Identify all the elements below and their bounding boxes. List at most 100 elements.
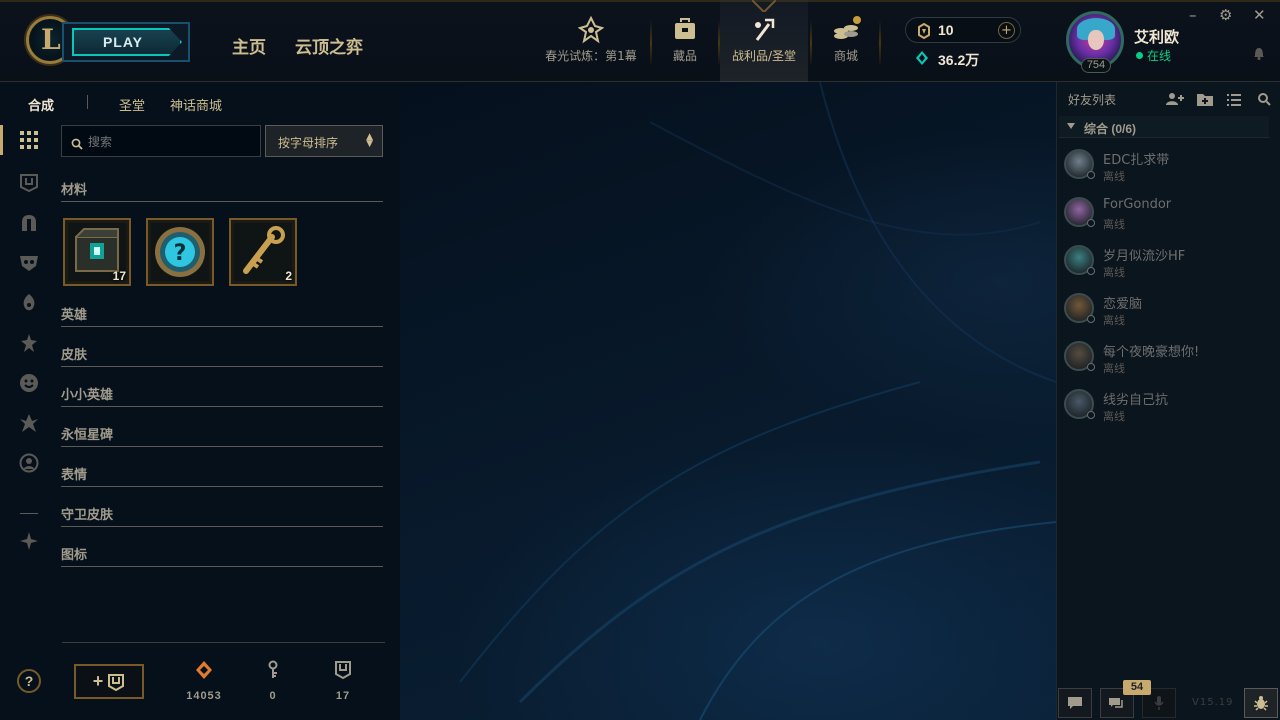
nav-collection-label: 藏品 — [672, 49, 697, 63]
chest-icon — [108, 673, 125, 691]
add-folder-icon[interactable] — [1197, 91, 1213, 110]
bottom-divider — [62, 642, 385, 643]
friend-row[interactable]: 每个夜晚豪想你! 离线 — [1057, 336, 1280, 382]
filter-chest-icon[interactable] — [16, 170, 42, 196]
friend-name: ForGondor — [1103, 197, 1172, 212]
blue-essence-value: 36.2万 — [938, 52, 980, 68]
filter-ward-skin-icon[interactable] — [16, 410, 42, 436]
list-view-icon[interactable] — [1227, 91, 1241, 110]
chest-icon — [335, 661, 351, 680]
friend-status: 离线 — [1103, 410, 1125, 423]
filter-emote-icon[interactable] — [16, 370, 42, 396]
nav-store[interactable]: 商城 — [826, 14, 866, 82]
friend-search-icon[interactable] — [1258, 91, 1271, 110]
orange-essence-stat: 14053 — [184, 660, 224, 702]
nav-divider — [879, 20, 881, 66]
nav-home[interactable]: 主页 — [232, 33, 266, 58]
search-input[interactable] — [88, 132, 248, 152]
filter-champion-icon[interactable] — [16, 210, 42, 236]
friend-status: 离线 — [1103, 218, 1125, 231]
chat-button[interactable] — [1058, 688, 1092, 718]
category-materials[interactable]: 材料 — [61, 179, 383, 202]
play-button[interactable]: PLAY — [72, 28, 182, 56]
chest-count-value: 17 — [335, 690, 351, 702]
friends-panel: 好友列表 综合 (0/6) EDC扎求带 离线 ForGondor 离线 岁月似流沙HF… — [1056, 82, 1280, 720]
category-ward-skins[interactable]: 守卫皮肤 — [61, 504, 383, 527]
blue-essence-icon — [914, 50, 930, 70]
social-bottom-bar — [1056, 686, 1280, 720]
microphone-icon — [1154, 696, 1164, 710]
loot-item-mystery[interactable]: ? — [146, 218, 214, 286]
friend-row[interactable]: ForGondor 离线 — [1057, 192, 1280, 238]
settings-gear-icon[interactable]: ⚙ — [1219, 6, 1232, 24]
category-icons[interactable]: 图标 — [61, 544, 383, 567]
friend-group-general[interactable]: 综合 (0/6) — [1059, 116, 1269, 138]
friend-row[interactable]: EDC扎求带 离线 — [1057, 144, 1280, 190]
svg-text:?: ? — [174, 241, 187, 266]
friend-row[interactable]: 恋爱脑 离线 — [1057, 288, 1280, 334]
riot-points-value: 10 — [938, 22, 954, 38]
riot-points-icon — [916, 22, 932, 43]
friend-status: 离线 — [1103, 170, 1125, 183]
online-status[interactable]: 在线 — [1136, 47, 1171, 64]
filter-icon-icon[interactable] — [16, 450, 42, 476]
filter-little-legend-icon[interactable] — [16, 290, 42, 316]
nav-store-label: 商城 — [833, 49, 858, 63]
chest-stat: 17 — [323, 660, 363, 702]
friend-row[interactable]: 岁月似流沙HF 离线 — [1057, 240, 1280, 286]
notification-bell-icon[interactable] — [1253, 45, 1265, 64]
nav-tft[interactable]: 云顶之弈 — [295, 33, 363, 58]
craft-plus-label: + — [92, 671, 104, 691]
craft-keys-button[interactable]: + — [74, 664, 144, 699]
category-emotes[interactable]: 表情 — [61, 464, 383, 487]
mystery-icon: ? — [151, 223, 209, 281]
category-little-legends[interactable]: 小小英雄 — [61, 384, 383, 407]
nav-spring-trial[interactable]: 春光试炼：第1幕 — [544, 14, 638, 82]
tab-crafting[interactable]: 合成 — [28, 95, 54, 114]
loot-item-chest[interactable]: 17 — [63, 218, 131, 286]
loot-icon — [720, 16, 808, 44]
rp-wallet[interactable]: 10 + — [905, 17, 1021, 43]
offline-dot-icon — [1087, 363, 1095, 371]
loot-item-key[interactable]: 2 — [229, 218, 297, 286]
client-version: V15.19 — [1192, 697, 1234, 708]
buy-rp-button[interactable]: + — [998, 22, 1015, 39]
store-icon — [826, 16, 866, 44]
loot-background — [400, 82, 1056, 720]
search-field[interactable] — [61, 125, 261, 157]
category-skins[interactable]: 皮肤 — [61, 344, 383, 367]
close-icon[interactable]: ✕ — [1253, 6, 1266, 24]
filter-skin-icon[interactable] — [16, 250, 42, 276]
bug-report-button[interactable] — [1244, 688, 1278, 718]
play-button-frame[interactable]: PLAY — [62, 22, 190, 62]
background-swirl-art — [459, 82, 1056, 720]
add-friend-icon[interactable] — [1166, 91, 1184, 110]
category-eternals[interactable]: 永恒星碑 — [61, 424, 383, 447]
help-button[interactable]: ? — [17, 669, 41, 693]
tab-mythic-shop[interactable]: 神话商城 — [170, 95, 222, 114]
nav-loot[interactable]: 战利品/圣堂 — [720, 0, 808, 82]
offline-dot-icon — [1087, 219, 1095, 227]
key-fragment-stat: 0 — [253, 660, 293, 702]
tab-sanctum[interactable]: 圣堂 — [119, 95, 145, 114]
friends-title: 好友列表 — [1068, 93, 1117, 107]
friend-status: 离线 — [1103, 362, 1125, 375]
nav-collection[interactable]: 藏品 — [664, 14, 706, 82]
filter-eternals-icon[interactable] — [16, 330, 42, 356]
dropdown-arrows-icon: ▲ ▼ — [366, 132, 373, 149]
friend-name: EDC扎求带 — [1103, 153, 1170, 168]
filter-all-icon[interactable] — [16, 127, 42, 153]
category-champions[interactable]: 英雄 — [61, 304, 383, 327]
key-fragment-value: 0 — [269, 690, 277, 702]
offline-dot-icon — [1087, 171, 1095, 179]
friend-name: 每个夜晚豪想你! — [1103, 345, 1200, 360]
offline-dot-icon — [1087, 267, 1095, 275]
subtab-divider — [87, 95, 88, 109]
minimize-icon[interactable]: – — [1189, 6, 1197, 24]
nav-divider — [810, 20, 812, 66]
friend-row[interactable]: 线劣自己抗 离线 — [1057, 384, 1280, 430]
filter-other-icon[interactable] — [16, 528, 42, 554]
summoner-name[interactable]: 艾利欧 — [1134, 26, 1179, 47]
sort-dropdown[interactable]: 按字母排序 ▲ ▼ — [265, 125, 383, 157]
loot-item-count: 17 — [112, 269, 126, 283]
